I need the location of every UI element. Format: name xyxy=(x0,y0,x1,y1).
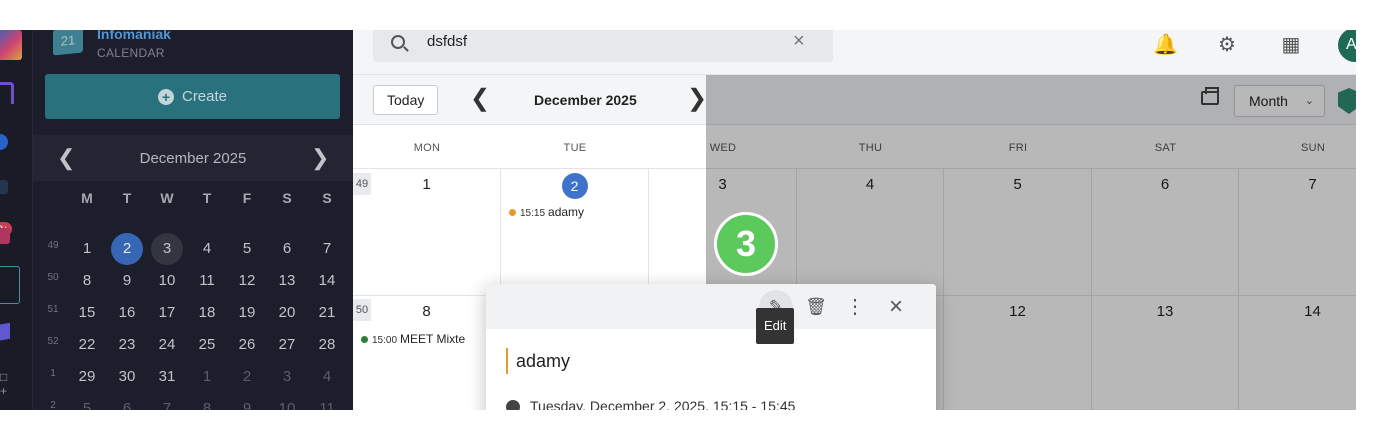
app-frame: 9+ □+ 21 Infomaniak CALENDAR + Create ❮ … xyxy=(0,30,1356,410)
day-cell[interactable]: 50 8 15:00 MEET Mixte xyxy=(353,296,501,410)
event-details-popover: ✎ 🗑 ⋮ × adamy Tuesday, December 2, 2025,… xyxy=(486,284,936,410)
event-time: 15:00 xyxy=(372,335,398,346)
top-bar: dsfdsf × 🔔 ⚙ ▦ A xyxy=(353,30,1356,75)
apps-grid-icon[interactable]: ▦ xyxy=(1279,32,1303,56)
day-number-today: 2 xyxy=(561,173,588,199)
event-title-heading: adamy xyxy=(506,348,570,374)
period-title: December 2025 xyxy=(534,92,637,108)
event-color-dot xyxy=(361,336,368,344)
today-button[interactable]: Today xyxy=(373,85,439,115)
search-bar[interactable]: dsfdsf × xyxy=(373,30,833,62)
close-icon[interactable]: × xyxy=(879,290,913,324)
event-title: adamy xyxy=(548,205,585,219)
next-period-icon[interactable]: ❯ xyxy=(687,84,707,113)
day-cell[interactable]: 2 15:15 adamy xyxy=(501,169,649,296)
sidebar-backdrop xyxy=(0,30,353,410)
popover-header: ✎ 🗑 ⋮ × xyxy=(486,284,936,329)
prev-period-icon[interactable]: ❮ xyxy=(470,84,490,113)
edit-tooltip: Edit xyxy=(756,308,795,344)
event-title: MEET Mixte xyxy=(400,332,466,346)
day-number: 8 xyxy=(422,303,431,320)
event-time: 15:15 xyxy=(520,208,546,219)
event-color-dot xyxy=(509,209,516,217)
bell-icon[interactable]: 🔔 xyxy=(1153,32,1178,56)
day-cell[interactable]: 49 1 xyxy=(353,169,501,296)
clear-search-icon[interactable]: × xyxy=(793,30,805,53)
event-datetime-text: Tuesday, December 2, 2025, 15:15 - 15:45 xyxy=(530,398,796,410)
search-input[interactable]: dsfdsf xyxy=(427,33,467,50)
clock-icon xyxy=(506,400,520,410)
event-datetime: Tuesday, December 2, 2025, 15:15 - 15:45 xyxy=(506,398,795,410)
search-icon xyxy=(391,35,405,49)
event-chip[interactable]: 15:15 adamy xyxy=(509,205,584,219)
event-chip[interactable]: 15:00 MEET Mixte xyxy=(361,332,465,346)
weekday-header: MON xyxy=(413,142,441,154)
weekday-header: TUE xyxy=(563,142,587,154)
step-number-badge: 3 xyxy=(714,212,778,276)
gear-icon[interactable]: ⚙ xyxy=(1215,32,1239,56)
more-options-icon[interactable]: ⋮ xyxy=(838,290,872,324)
day-number: 1 xyxy=(422,176,431,193)
trash-icon[interactable]: 🗑 xyxy=(799,290,833,324)
avatar[interactable]: A xyxy=(1338,30,1356,62)
